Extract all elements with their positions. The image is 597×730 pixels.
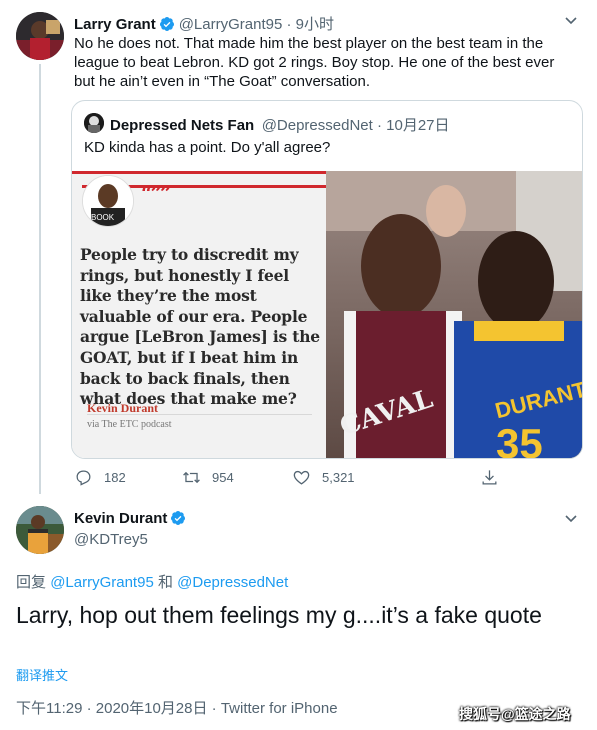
separator-dot: ·: [282, 16, 296, 33]
quoted-tweet-card[interactable]: Depressed Nets Fan @DepressedNet · 10月27…: [71, 100, 583, 459]
retweet-count: 954: [212, 470, 234, 485]
reply-mention-depressednet[interactable]: @DepressedNet: [177, 574, 288, 591]
quoted-author-handle: @DepressedNet: [261, 117, 373, 134]
reply-prefix: 回复: [16, 574, 47, 591]
reply-count: 182: [104, 470, 126, 485]
depressed-nets-fan-avatar: [84, 113, 104, 133]
heart-icon: [293, 470, 310, 485]
sohu-watermark: 搜狐号@篮途之路: [459, 706, 571, 722]
reply-mention-larry[interactable]: @LarryGrant95: [50, 574, 154, 591]
translate-tweet-link[interactable]: 翻译推文: [16, 665, 68, 684]
quoted-text: KD kinda has a point. Do y'all agree?: [84, 139, 331, 156]
chevron-down-icon[interactable]: [563, 12, 579, 31]
quote-divider: [87, 414, 312, 415]
share-button[interactable]: [480, 468, 510, 487]
verified-badge-icon: [171, 511, 186, 525]
retweet-icon: [183, 471, 200, 484]
share-icon: [482, 470, 497, 485]
quoted-media-image[interactable]: BOOK “”” People try to discredit my ring…: [72, 171, 582, 458]
larry-grant-avatar[interactable]: [16, 12, 64, 60]
quote-graphic-source: via The ETC podcast: [87, 419, 172, 430]
reply-and: 和: [157, 574, 173, 591]
author-handle[interactable]: @KDTrey5: [74, 531, 148, 548]
author-name[interactable]: Kevin Durant: [74, 510, 167, 527]
tweet1-text: No he does not. That made him the best p…: [74, 35, 555, 90]
tweet2-name-row: Kevin Durant: [74, 510, 190, 528]
verified-badge-icon: [159, 17, 174, 31]
jersey-number: 35: [496, 420, 543, 458]
quote-graphic-text: People try to discredit my rings, but ho…: [80, 245, 320, 409]
quoted-author-name: Depressed Nets Fan: [110, 117, 255, 134]
tweet1-header: Larry Grant @LarryGrant95 · 9小时: [74, 13, 334, 34]
retweet-button[interactable]: 954: [182, 468, 234, 487]
reply-button[interactable]: 182: [74, 468, 126, 487]
reply-icon: [76, 470, 91, 486]
tweet2-timestamp-source[interactable]: 下午11:29 · 2020年10月28日 · Twitter for iPho…: [16, 697, 338, 718]
kevin-durant-avatar[interactable]: [16, 506, 64, 554]
author-handle[interactable]: @LarryGrant95: [179, 16, 283, 33]
replying-to: 回复 @LarryGrant95 和 @DepressedNet: [16, 571, 288, 592]
quote-red-bar: [72, 171, 326, 174]
lebron-durant-photo: CAVAL DURANT 35: [326, 171, 582, 458]
thread-connector-line: [39, 64, 41, 494]
kevin-durant-headshot: BOOK: [82, 175, 134, 227]
tweet-timestamp[interactable]: 9小时: [296, 16, 334, 33]
quote-mark-icon: “””: [141, 181, 171, 205]
quote-graphic-panel: BOOK “”” People try to discredit my ring…: [72, 171, 326, 458]
separator-dot: ·: [372, 117, 387, 134]
quoted-date: 10月27日: [386, 117, 450, 134]
like-button[interactable]: 5,321: [292, 468, 355, 487]
tweet2-text: Larry, hop out them feelings my g....it’…: [16, 602, 542, 628]
author-name[interactable]: Larry Grant: [74, 16, 156, 33]
chevron-down-icon[interactable]: [563, 510, 579, 529]
quoted-header: Depressed Nets Fan @DepressedNet · 10月27…: [110, 114, 450, 135]
like-count: 5,321: [322, 470, 355, 485]
svg-text:BOOK: BOOK: [91, 213, 115, 222]
